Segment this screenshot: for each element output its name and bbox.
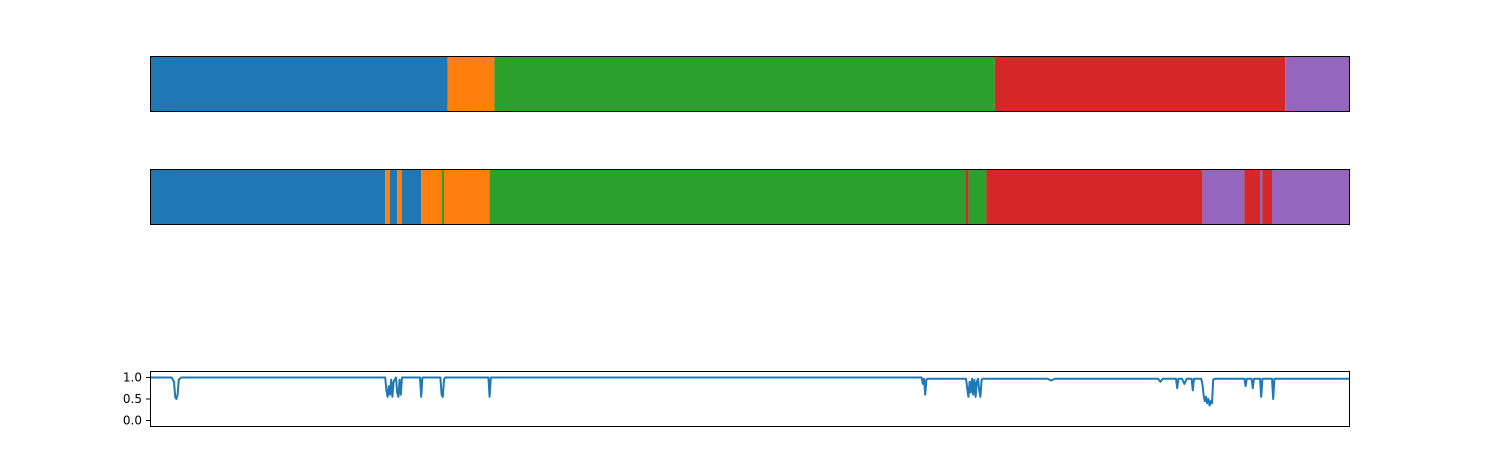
segment-0 <box>150 56 448 112</box>
segment-13 <box>1244 169 1260 225</box>
middle-segmentation-bar <box>150 169 1350 225</box>
segment-15 <box>1262 169 1272 225</box>
segment-1 <box>385 169 390 225</box>
segment-11 <box>986 169 1203 225</box>
segment-4 <box>1285 56 1350 112</box>
segment-4 <box>402 169 422 225</box>
line-plot-panel: 0.0 0.5 1.0 <box>123 370 1350 428</box>
segment-2 <box>494 56 995 112</box>
top-segmentation-bar <box>150 56 1350 112</box>
series-line-0 <box>150 376 1350 407</box>
segment-6 <box>441 169 444 225</box>
segment-7 <box>444 169 490 225</box>
y-tick-label: 0.0 <box>123 414 142 428</box>
y-tick-label: 1.0 <box>123 370 142 384</box>
segment-2 <box>390 169 398 225</box>
y-tick-label: 0.5 <box>123 392 142 406</box>
segment-8 <box>489 169 966 225</box>
segment-10 <box>968 169 987 225</box>
segment-3 <box>397 169 402 225</box>
segment-5 <box>421 169 442 225</box>
segment-14 <box>1260 169 1263 225</box>
segment-16 <box>1272 169 1350 225</box>
segment-3 <box>994 56 1286 112</box>
segment-1 <box>447 56 495 112</box>
segment-0 <box>150 169 386 225</box>
figure: 0.0 0.5 1.0 <box>123 56 1350 428</box>
segment-9 <box>966 169 969 225</box>
segment-12 <box>1202 169 1245 225</box>
